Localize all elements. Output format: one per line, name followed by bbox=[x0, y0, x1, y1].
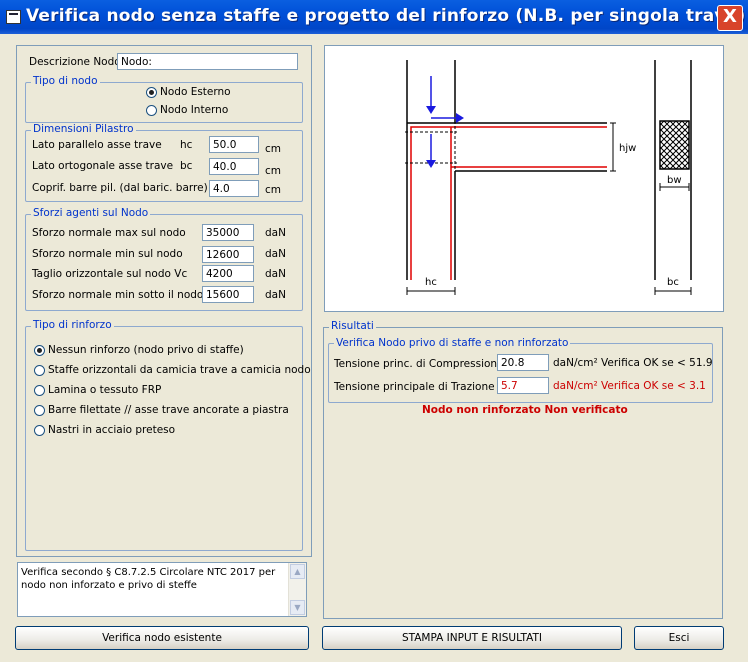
hjw-label: hjw bbox=[619, 143, 636, 154]
compressione-label: Tensione princ. di Compressione bbox=[334, 358, 504, 370]
stampa-button[interactable]: STAMPA INPUT E RISULTATI bbox=[322, 626, 622, 650]
lato-ortogonale-input[interactable]: 40.0 bbox=[209, 158, 259, 175]
copriferro-label: Coprif. barre pil. (dal baric. barre) bbox=[32, 182, 208, 194]
sforzi-legend: Sforzi agenti sul Nodo bbox=[31, 207, 151, 219]
copriferro-input[interactable]: 4.0 bbox=[209, 180, 259, 197]
trazione-label: Tensione principale di Trazione bbox=[334, 381, 495, 393]
rinforzo-option-nessuno-radio[interactable] bbox=[34, 345, 45, 356]
risultati-legend: Risultati bbox=[329, 320, 376, 332]
rinforzo-option-nastri-label[interactable]: Nastri in acciaio preteso bbox=[48, 424, 175, 436]
rebar-outer bbox=[410, 126, 607, 280]
rinforzo-option-nessuno-label[interactable]: Nessun rinforzo (nodo privo di staffe) bbox=[48, 344, 244, 356]
lato-parallelo-symbol: hc bbox=[180, 139, 193, 151]
nodo-interno-radio[interactable] bbox=[146, 105, 157, 116]
nodo-esterno-label[interactable]: Nodo Esterno bbox=[160, 86, 231, 98]
note-textarea[interactable]: Verifica secondo § C8.7.2.5 Circolare NT… bbox=[17, 562, 307, 617]
bc-label: bc bbox=[667, 277, 679, 288]
sforzo-min-unit: daN bbox=[265, 248, 286, 260]
descrizione-input[interactable]: Nodo: bbox=[117, 53, 298, 70]
close-button[interactable]: X bbox=[717, 5, 743, 31]
figure-panel: hjw hc bw bc bbox=[324, 45, 724, 312]
sforzo-min-input[interactable]: 12600 bbox=[202, 246, 254, 263]
verifica-subgroup bbox=[328, 343, 713, 403]
trazione-value[interactable]: 5.7 bbox=[497, 377, 549, 394]
tipo-nodo-legend: Tipo di nodo bbox=[31, 75, 100, 87]
sforzo-sotto-input[interactable]: 15600 bbox=[202, 286, 254, 303]
nodo-interno-label[interactable]: Nodo Interno bbox=[160, 104, 228, 116]
lato-ortogonale-label: Lato ortogonale asse trave bbox=[32, 160, 174, 172]
lato-ortogonale-unit: cm bbox=[265, 165, 282, 177]
arrow-right-head bbox=[456, 113, 464, 123]
title-bar[interactable]: Verifica nodo senza staffe e progetto de… bbox=[0, 0, 748, 34]
bw-label: bw bbox=[667, 175, 682, 186]
window-title: Verifica nodo senza staffe e progetto de… bbox=[26, 6, 746, 26]
verifica-sublegend: Verifica Nodo privo di staffe e non rinf… bbox=[334, 337, 571, 349]
note-scrollbar[interactable]: ▲ ▼ bbox=[288, 563, 306, 616]
esito-text: Nodo non rinforzato Non verificato bbox=[422, 404, 628, 416]
scroll-up-icon[interactable]: ▲ bbox=[290, 564, 305, 579]
scroll-down-icon[interactable]: ▼ bbox=[290, 600, 305, 615]
sforzo-max-unit: daN bbox=[265, 227, 286, 239]
rinforzo-option-staffe-radio[interactable] bbox=[34, 365, 45, 376]
rinforzo-option-staffe-label[interactable]: Staffe orizzontali da camicia trave a ca… bbox=[48, 364, 311, 376]
rinforzo-group bbox=[25, 326, 303, 551]
compressione-note: daN/cm² Verifica OK se < 51.9 bbox=[553, 357, 713, 369]
rinforzo-option-barre-label[interactable]: Barre filettate // asse trave ancorate a… bbox=[48, 404, 289, 416]
rinforzo-option-nastri-radio[interactable] bbox=[34, 425, 45, 436]
hc-label: hc bbox=[425, 277, 437, 288]
lato-parallelo-unit: cm bbox=[265, 143, 282, 155]
note-text: Verifica secondo § C8.7.2.5 Circolare NT… bbox=[21, 567, 276, 591]
descrizione-label: Descrizione Nodo bbox=[29, 56, 121, 68]
sforzo-max-label: Sforzo normale max sul nodo bbox=[32, 227, 186, 239]
compressione-value[interactable]: 20.8 bbox=[497, 354, 549, 371]
taglio-input[interactable]: 4200 bbox=[202, 265, 254, 282]
sforzo-sotto-label: Sforzo normale min sotto il nodo bbox=[32, 289, 204, 301]
node-diagram: hjw hc bw bc bbox=[405, 60, 692, 295]
nodo-esterno-radio[interactable] bbox=[146, 87, 157, 98]
copriferro-unit: cm bbox=[265, 184, 282, 196]
lato-parallelo-input[interactable]: 50.0 bbox=[209, 136, 259, 153]
rinforzo-option-frp-label[interactable]: Lamina o tessuto FRP bbox=[48, 384, 161, 396]
trazione-note: daN/cm² Verifica OK se < 3.1 bbox=[553, 380, 706, 392]
arrow-down-top-head bbox=[426, 106, 436, 114]
esci-button[interactable]: Esci bbox=[634, 626, 724, 650]
taglio-label: Taglio orizzontale sul nodo Vc bbox=[32, 268, 188, 280]
dimensioni-legend: Dimensioni Pilastro bbox=[31, 123, 136, 135]
rinforzo-legend: Tipo di rinforzo bbox=[31, 319, 114, 331]
lato-ortogonale-symbol: bc bbox=[180, 160, 193, 172]
rinforzo-option-barre-radio[interactable] bbox=[34, 405, 45, 416]
sforzo-max-input[interactable]: 35000 bbox=[202, 224, 254, 241]
beam-section-hatch bbox=[659, 120, 690, 170]
arrow-down-bottom-head bbox=[426, 160, 436, 168]
sforzo-sotto-unit: daN bbox=[265, 289, 286, 301]
verifica-nodo-button[interactable]: Verifica nodo esistente bbox=[15, 626, 309, 650]
lato-parallelo-label: Lato parallelo asse trave bbox=[32, 139, 162, 151]
sforzo-min-label: Sforzo normale min sul nodo bbox=[32, 248, 183, 260]
rinforzo-option-frp-radio[interactable] bbox=[34, 385, 45, 396]
app-icon[interactable] bbox=[6, 10, 21, 24]
taglio-unit: daN bbox=[265, 268, 286, 280]
